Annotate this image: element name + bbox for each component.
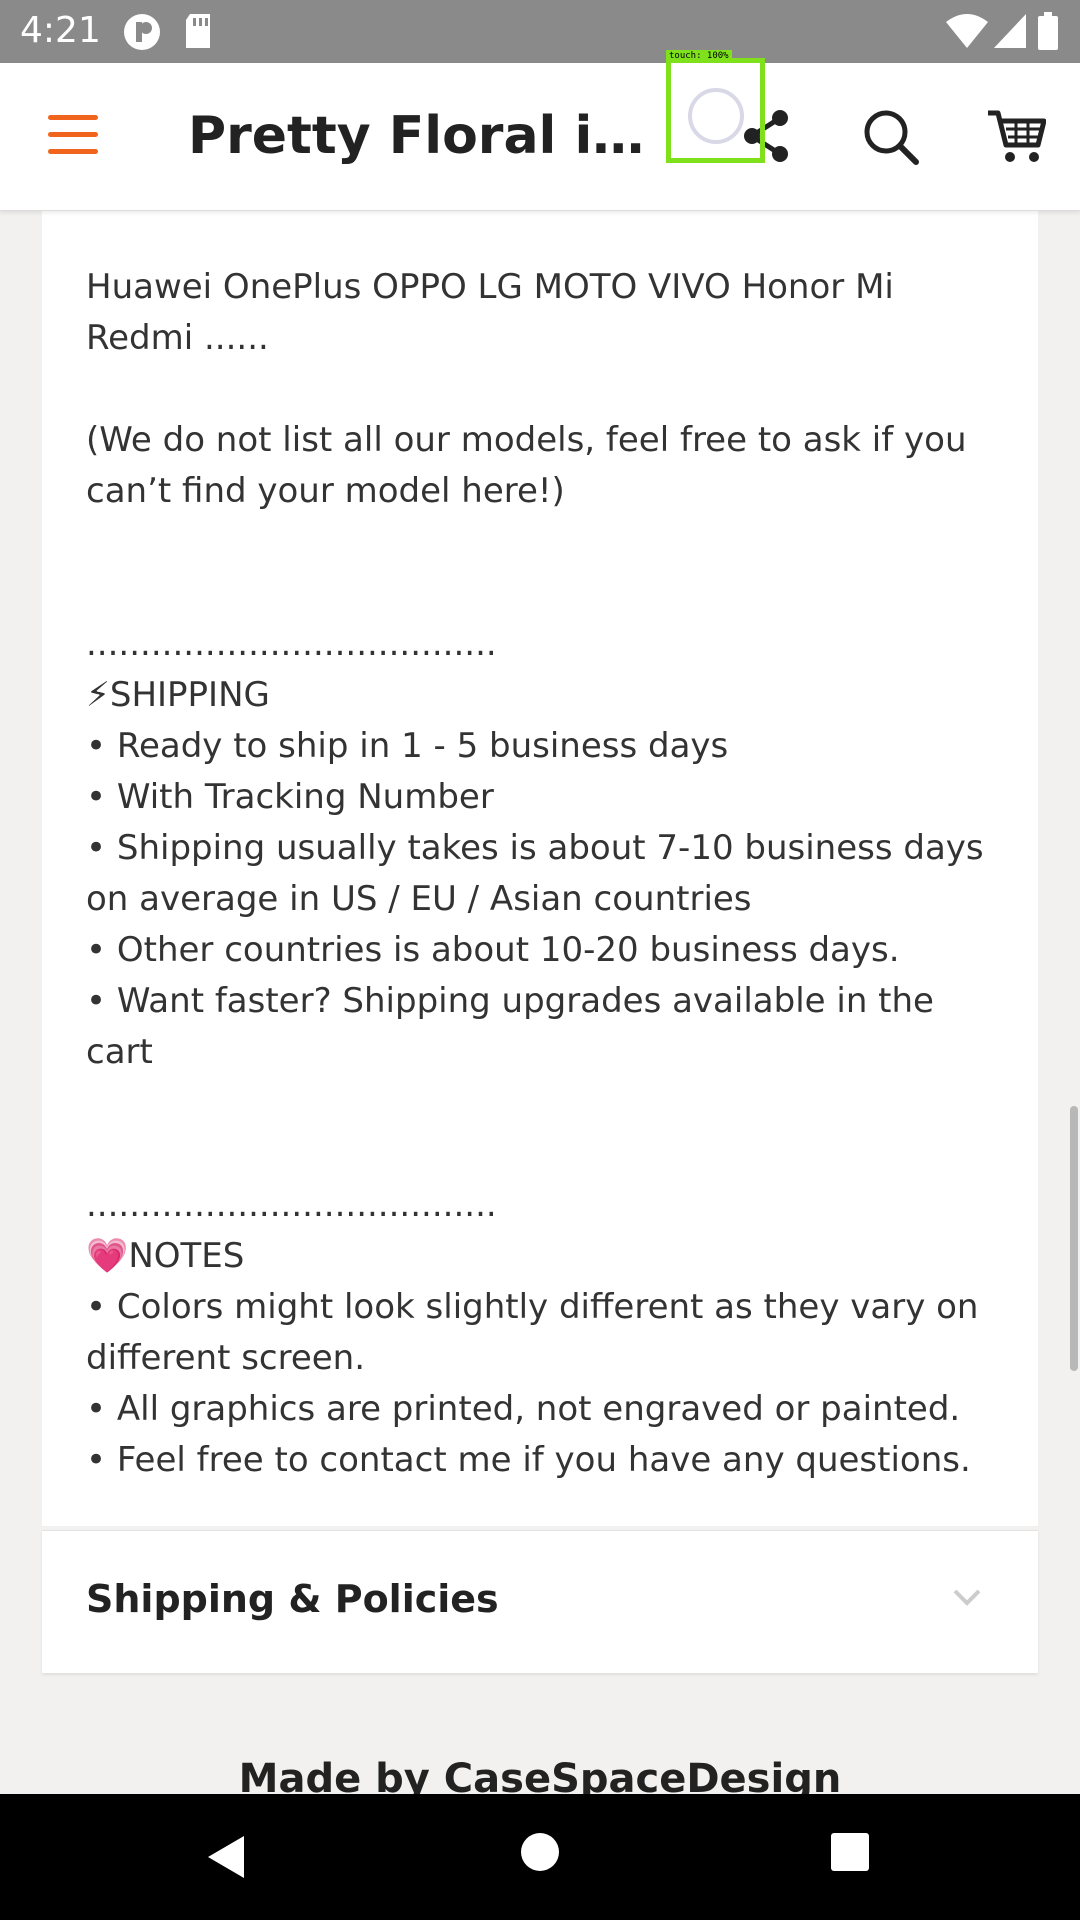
chevron-down-icon [953,1589,981,1606]
touch-point-icon [688,88,744,144]
system-nav-bar [0,1794,1080,1920]
home-button-icon[interactable] [520,1832,560,1872]
shipping-policies-label: Shipping & Policies [86,1577,499,1621]
cell-signal-icon [994,14,1026,48]
cart-icon[interactable] [986,105,1046,165]
scrollbar[interactable] [1070,1106,1078,1371]
hamburger-menu-icon[interactable] [48,115,98,155]
search-icon[interactable] [862,108,920,166]
status-time: 4:21 [20,10,101,51]
app-bar: Pretty Floral iPho... [0,63,1080,211]
page-title: Pretty Floral iPho... [188,106,668,166]
sd-card-icon [186,14,210,48]
touch-indicator-label: touch: 100% [666,50,732,62]
wifi-icon [946,14,988,48]
status-bar: 4:21 [0,0,1080,63]
description-card: Huawei OnePlus OPPO LG MOTO VIVO Honor M… [42,210,1038,1582]
item-description: Huawei OnePlus OPPO LG MOTO VIVO Honor M… [86,267,984,1582]
shipping-policies-section[interactable]: Shipping & Policies [42,1530,1038,1673]
battery-icon [1038,12,1058,50]
back-button-icon[interactable] [206,1834,246,1880]
app-notification-icon [124,14,160,50]
recents-button-icon[interactable] [830,1832,870,1872]
